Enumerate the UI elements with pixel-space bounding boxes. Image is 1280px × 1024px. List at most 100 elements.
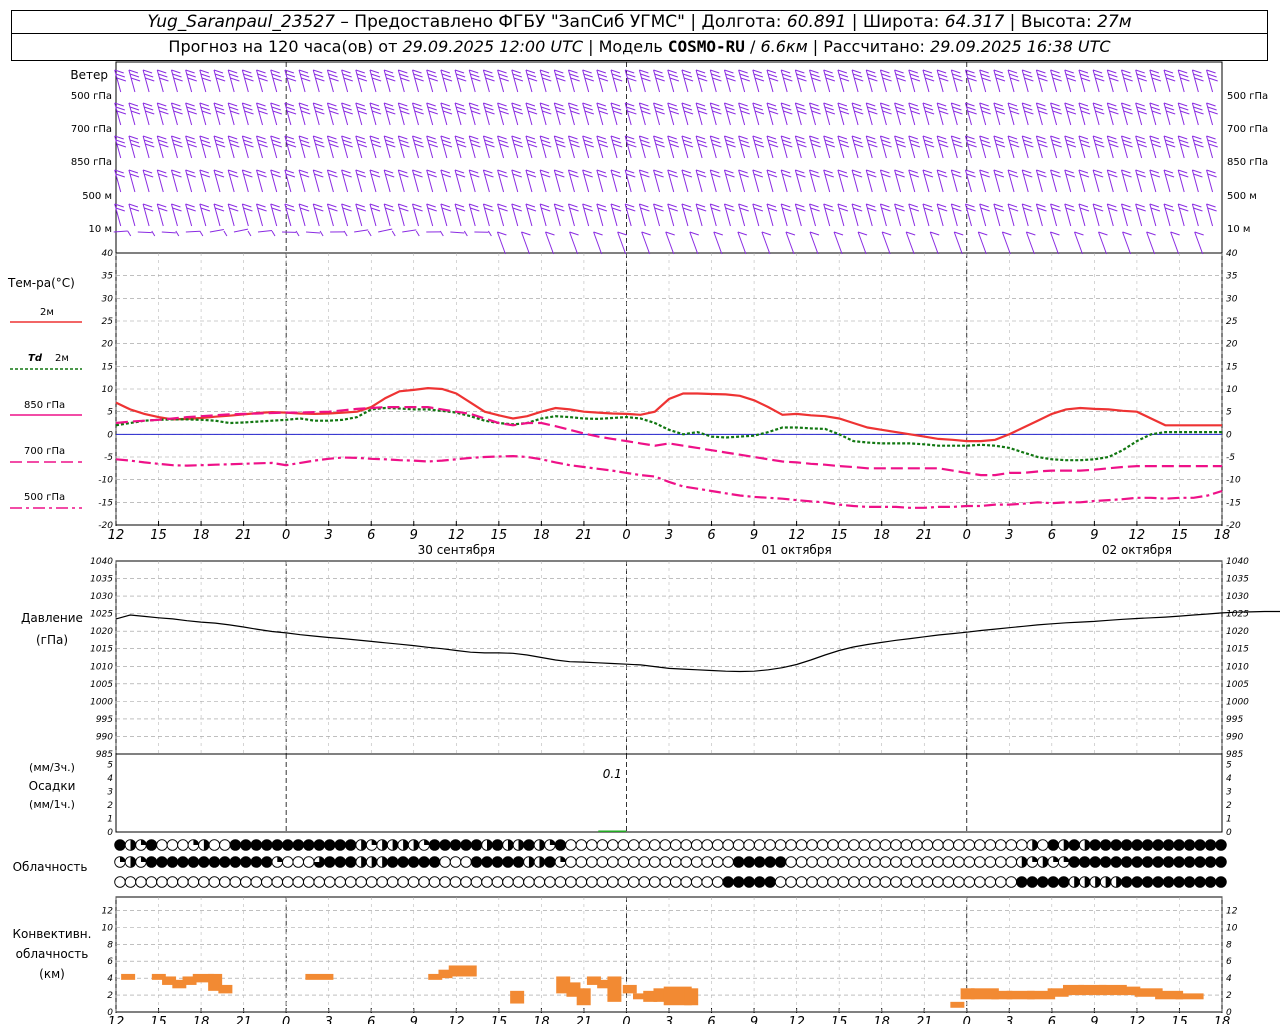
wind-barb — [426, 135, 436, 140]
wind-barb — [866, 102, 876, 107]
wind-barb — [400, 110, 410, 115]
wind-barb — [470, 73, 480, 78]
x-hour-label: 12 — [1129, 528, 1146, 543]
cloud-symbol-fill — [1074, 876, 1080, 888]
wind-barb — [1064, 102, 1072, 126]
wind-barb — [542, 77, 552, 82]
wind-barb — [1023, 207, 1033, 212]
wind-barb — [426, 203, 436, 208]
cloud-symbol — [974, 856, 986, 868]
cloud-symbol — [942, 876, 955, 888]
wind-barb — [882, 77, 892, 82]
wind-barb — [440, 135, 451, 140]
cloud-symbol — [984, 876, 997, 888]
wind-barb — [313, 203, 323, 208]
wind-barb — [413, 139, 423, 144]
wind-barb — [142, 169, 150, 193]
wind-barb — [640, 207, 650, 212]
wind-barb — [837, 135, 845, 159]
wind-barb — [1078, 203, 1086, 227]
wind-barb — [979, 135, 989, 140]
wind-barb — [1038, 143, 1048, 148]
wind-barb — [909, 106, 920, 111]
wind-barb — [554, 102, 564, 107]
wind-barb — [440, 203, 448, 227]
wind-barb — [1035, 203, 1043, 227]
wind-barb — [1007, 169, 1015, 193]
wind-barb — [837, 169, 845, 193]
pressure-tick-label: 1015 — [90, 645, 113, 655]
wind-barb — [201, 143, 212, 148]
wind-barb — [1092, 203, 1103, 208]
wind-barb — [766, 135, 777, 140]
wind-barb — [851, 135, 859, 159]
wind-barb — [681, 203, 689, 227]
wind-barb — [936, 203, 947, 208]
wind-barb — [369, 102, 377, 126]
wind-barb — [1050, 102, 1058, 126]
wind-barb — [185, 203, 193, 227]
cloud-symbol-fill — [1032, 839, 1038, 851]
wind-barb — [271, 73, 281, 78]
wind-barb — [539, 203, 550, 208]
cloud-title: Облачность — [13, 860, 88, 874]
cloud-symbol-fill — [555, 839, 566, 851]
cloud-symbol-fill — [146, 839, 157, 851]
wind-barb — [569, 139, 579, 144]
wind-barb — [582, 135, 590, 159]
wind-barb — [910, 143, 921, 148]
cloud-symbol — [365, 876, 378, 888]
wind-barb — [923, 106, 934, 111]
cloud-symbol-fill — [1163, 876, 1174, 888]
wind-barb — [611, 173, 622, 178]
wind-barb — [683, 143, 694, 148]
x-hour-label: 15 — [1171, 1015, 1188, 1024]
wind-barb — [1192, 102, 1202, 107]
wind-barb — [1192, 203, 1202, 208]
wind-barb — [497, 203, 505, 227]
x-hour-label: 9 — [410, 528, 418, 543]
wind-level-label: 850 гПа — [71, 157, 112, 168]
wind-barb — [186, 139, 196, 144]
x-hour-label: 12 — [1129, 1015, 1146, 1024]
wind-barb — [482, 135, 490, 159]
wind-barb — [766, 102, 777, 107]
wind-barb — [1180, 77, 1190, 82]
wind-barb — [200, 139, 211, 144]
wind-barb — [754, 143, 765, 148]
cloud-symbol-fill — [324, 839, 336, 851]
wind-barb — [1035, 69, 1043, 93]
cloud-symbol-fill — [1163, 839, 1174, 851]
cloud-symbol — [900, 856, 913, 868]
wind-barb — [881, 139, 891, 144]
wind-barb — [967, 143, 977, 148]
wind-barb — [995, 110, 1006, 115]
wind-barb — [171, 203, 181, 208]
x-hour-label: 6 — [707, 1015, 715, 1024]
wind-barb — [851, 203, 859, 227]
wind-barb — [1207, 106, 1217, 111]
wind-barb — [711, 106, 721, 111]
wind-barb — [342, 106, 352, 111]
wind-barb — [355, 102, 365, 107]
wind-barb — [908, 102, 918, 107]
wind-barb — [1007, 203, 1018, 208]
wind-barb — [399, 139, 409, 144]
wind-barb — [1150, 73, 1161, 78]
wind-barb — [413, 173, 423, 178]
wind-barb — [471, 110, 481, 115]
wind-barb — [895, 106, 905, 111]
cloud-symbol-fill — [1021, 856, 1028, 868]
cloud-cover-grid — [114, 839, 1227, 888]
cloud-symbol — [858, 876, 871, 888]
wind-barb — [454, 102, 462, 126]
cloud-symbol-fill — [1100, 839, 1111, 851]
wind-barb — [412, 169, 419, 193]
cloud-symbol-fill — [1121, 839, 1132, 851]
wind-barb — [610, 203, 621, 208]
wind-barb — [638, 203, 646, 227]
wind-barb — [993, 203, 1001, 227]
wind-barb — [1078, 135, 1086, 159]
wind-barb — [314, 73, 324, 78]
wind-barb — [981, 110, 992, 115]
